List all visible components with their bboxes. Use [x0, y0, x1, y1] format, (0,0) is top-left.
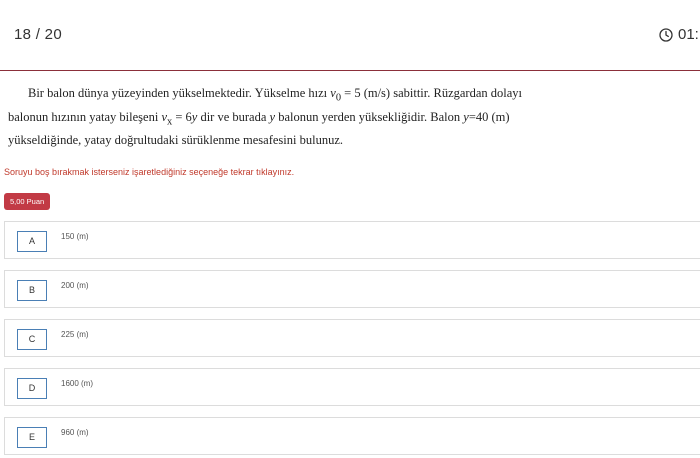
exam-header: 18 / 20 01: — [0, 0, 700, 71]
option-letter[interactable]: D — [17, 378, 47, 399]
question-text: Bir balon dünya yüzeyinden yükselmektedi… — [8, 84, 568, 149]
option-letter[interactable]: C — [17, 329, 47, 350]
option-b[interactable]: B 200 (m) — [4, 270, 700, 308]
question-counter: 18 / 20 — [14, 26, 62, 43]
option-text: 1600 (m) — [61, 379, 94, 388]
question-line-1: Bir balon dünya yüzeyinden yükselmektedi… — [28, 86, 331, 100]
option-letter[interactable]: B — [17, 280, 47, 301]
question-line-2-mid2: balonun yerden yüksekliğidir. Balon — [275, 109, 464, 124]
option-text: 200 (m) — [61, 281, 89, 290]
v0-value: = 5 — [341, 86, 361, 100]
question-line-2: balonun hızının yatay bileşeni — [8, 109, 162, 124]
question-line-3: yükseldiğinde, yatay doğrultudaki sürükl… — [8, 133, 343, 147]
option-text: 960 (m) — [61, 428, 89, 437]
points-badge: 5,00 Puan — [4, 193, 51, 210]
option-letter[interactable]: A — [17, 231, 47, 252]
timer: 01: — [659, 26, 699, 43]
timer-value: 01: — [678, 26, 699, 43]
option-letter[interactable]: E — [17, 427, 47, 448]
question-line-2-mid: dir ve burada — [197, 109, 270, 124]
clock-icon — [659, 27, 673, 42]
vx-value: = 6 — [172, 109, 192, 124]
option-a[interactable]: A 150 (m) — [4, 221, 700, 259]
empty-answer-hint: Soruyu boş bırakmak isterseniz işaretled… — [4, 167, 295, 177]
option-text: 150 (m) — [61, 232, 89, 241]
option-d[interactable]: D 1600 (m) — [4, 368, 700, 406]
option-text: 225 (m) — [61, 330, 89, 339]
option-e[interactable]: E 960 (m) — [4, 417, 700, 455]
option-c[interactable]: C 225 (m) — [4, 319, 700, 357]
question-line-1-end: (m/s) sabittir. Rüzgardan dolayı — [360, 86, 523, 100]
question-line-2-end: =40 (m) — [468, 109, 510, 124]
